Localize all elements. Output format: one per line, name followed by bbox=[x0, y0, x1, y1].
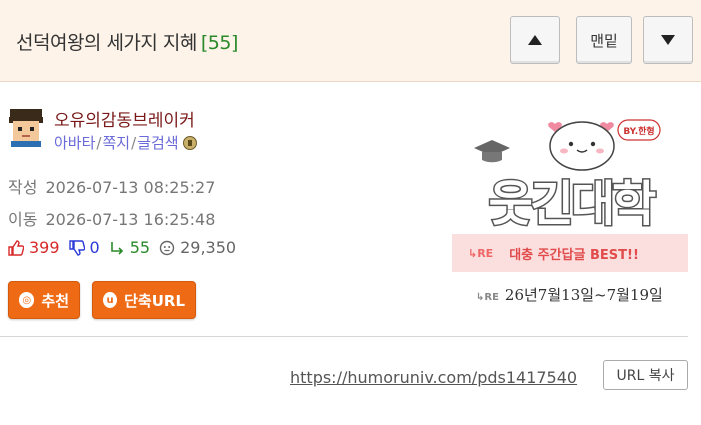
link-separator: / bbox=[96, 134, 102, 152]
banner-by-text: BY.한형 bbox=[623, 125, 654, 137]
level-badge-icon bbox=[182, 136, 197, 150]
downvote-count: 0 bbox=[89, 238, 100, 257]
recommend-label: 추천 bbox=[41, 291, 69, 310]
downvote-stat: 0 bbox=[68, 238, 100, 257]
reply-stat: 55 bbox=[109, 238, 150, 257]
view-count: 29,350 bbox=[180, 238, 237, 257]
banner-date: ↳RE 26년7월13일~7월19일 bbox=[476, 284, 663, 305]
comment-count[interactable]: [55] bbox=[201, 32, 239, 54]
post-stats: 399 0 55 29,350 bbox=[8, 238, 245, 257]
short-url-button[interactable]: u 단축URL bbox=[92, 281, 196, 319]
moved-label: 이동 bbox=[8, 210, 38, 229]
view-face-icon bbox=[159, 240, 175, 255]
search-posts-link[interactable]: 글검색 bbox=[137, 134, 178, 152]
arrow-down-icon bbox=[661, 35, 675, 45]
arrow-up-icon bbox=[528, 35, 542, 45]
link-separator: / bbox=[131, 134, 137, 152]
reply-count: 55 bbox=[129, 238, 151, 257]
author-name[interactable]: 오유의감동브레이커 bbox=[54, 106, 195, 131]
banner-logo-text: 웃긴대학 bbox=[489, 176, 656, 232]
upvote-count: 399 bbox=[29, 238, 60, 257]
view-stat: 29,350 bbox=[159, 238, 236, 257]
thumbs-down-icon bbox=[68, 239, 85, 256]
post-header: 선덕여왕의 세가지 지혜 [55] 맨밑 bbox=[0, 0, 701, 82]
created-value: 2026-07-13 08:25:27 bbox=[45, 178, 216, 197]
thumbs-up-icon bbox=[8, 239, 24, 256]
upvote-stat: 399 bbox=[8, 238, 60, 257]
reply-arrow-icon bbox=[110, 241, 123, 255]
scroll-top-button[interactable] bbox=[510, 16, 560, 64]
post-title-text: 선덕여왕의 세가지 지혜 bbox=[16, 32, 197, 54]
created-date: 작성 2026-07-13 08:25:27 bbox=[8, 174, 215, 198]
short-url-label: 단축URL bbox=[124, 291, 185, 310]
scroll-down-button[interactable] bbox=[643, 16, 693, 64]
recommend-icon: ◎ bbox=[19, 292, 35, 308]
created-label: 작성 bbox=[8, 178, 38, 197]
moved-date: 이동 2026-07-13 16:25:48 bbox=[8, 206, 215, 230]
short-url-icon: u bbox=[103, 292, 118, 308]
banner-strip-text: 대충 주간답글 BEST!! bbox=[509, 247, 639, 263]
banner-date-re-tag: ↳RE bbox=[476, 292, 499, 303]
message-link[interactable]: 쪽지 bbox=[102, 134, 130, 152]
copy-url-button[interactable]: URL 복사 bbox=[603, 360, 688, 390]
recommend-button[interactable]: ◎ 추천 bbox=[8, 281, 80, 319]
banner-re-tag: ↳RE bbox=[468, 246, 494, 260]
avatar-link[interactable]: 아바타 bbox=[54, 134, 95, 152]
divider bbox=[0, 336, 688, 337]
post-url-link[interactable]: https://humoruniv.com/pds1417540 bbox=[290, 368, 577, 387]
banner-strip: ↳RE 대충 주간답글 BEST!! bbox=[452, 234, 688, 272]
post-title: 선덕여왕의 세가지 지혜 [55] bbox=[16, 28, 238, 55]
moved-value: 2026-07-13 16:25:48 bbox=[45, 210, 216, 229]
banner-date-text: 26년7월13일~7월19일 bbox=[504, 286, 663, 304]
author-links: 아바타/쪽지/글검색 bbox=[54, 132, 197, 153]
scroll-bottom-button[interactable]: 맨밑 bbox=[576, 16, 632, 64]
avatar[interactable] bbox=[7, 107, 45, 147]
